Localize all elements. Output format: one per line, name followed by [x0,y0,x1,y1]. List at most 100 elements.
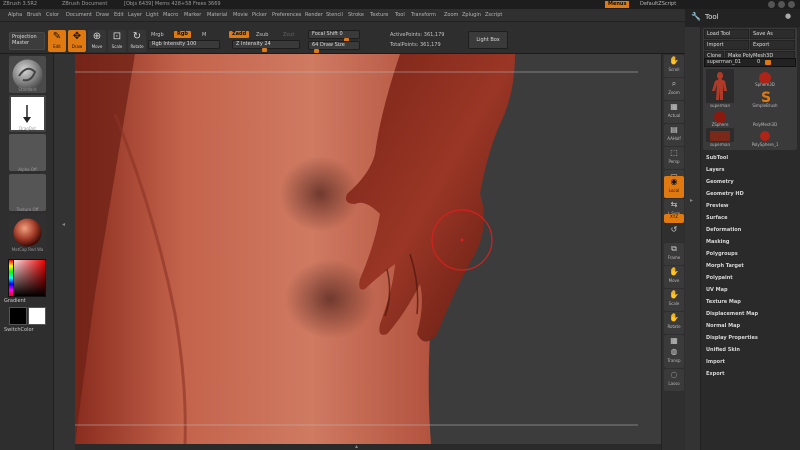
menu-macro[interactable]: Macro [163,12,178,18]
menu-texture[interactable]: Texture [370,12,388,18]
menu-tool[interactable]: Tool [395,12,405,18]
tool-caption-polymesh3d[interactable]: PolyMesh3D [747,122,783,127]
document-canvas[interactable] [75,54,661,444]
section-deformation[interactable]: Deformation [703,224,797,236]
close-icon[interactable] [788,1,795,8]
section-import[interactable]: Import [703,356,797,368]
rgb-toggle[interactable]: Rgb [174,31,192,38]
section-layers[interactable]: Layers [703,164,797,176]
projection-master-button[interactable]: Projection Master [9,32,45,50]
texture-thumbnail[interactable] [9,174,46,211]
menu-zoom[interactable]: Zoom [444,12,458,18]
menu-brush[interactable]: Brush [27,12,41,18]
tool-thumb-polysphere[interactable] [751,128,779,142]
section-masking[interactable]: Masking [703,236,797,248]
scale-button[interactable]: ⊡ Scale [108,30,126,52]
bottom-tray-divider[interactable]: ▴ [75,443,661,450]
menu-color[interactable]: Color [46,12,59,18]
rgb-intensity-slider[interactable]: Rgb Intensity 100 [148,40,220,49]
section-morph-target[interactable]: Morph Target [703,260,797,272]
load-tool-button[interactable]: Load Tool [704,29,749,39]
draw-button[interactable]: ✥ Draw [68,30,86,52]
tool-thumb-superman-2[interactable] [706,128,734,142]
menu-transform[interactable]: Transform [411,12,436,18]
move-view-button[interactable]: ✋ Move [664,266,684,288]
menu-picker[interactable]: Picker [252,12,267,18]
current-tool-thumb[interactable] [765,60,771,65]
mrgb-toggle[interactable]: Mrgb [151,32,164,38]
switch-color-button[interactable]: SwitchColor [4,327,47,333]
edit-button[interactable]: ✎ Edit [48,30,66,52]
menu-alpha[interactable]: Alpha [8,12,22,18]
section-displacement-map[interactable]: Displacement Map [703,308,797,320]
menu-movie[interactable]: Movie [233,12,248,18]
zoom-button[interactable]: ⌕ Zoom [664,78,684,100]
section-export[interactable]: Export [703,368,797,380]
tool-thumb-simplebrush[interactable]: S [751,88,779,106]
lasso-button[interactable]: ◌ Lasso [664,369,684,391]
menu-render[interactable]: Render [305,12,323,18]
focal-shift-slider[interactable]: Focal Shift 0 [308,30,360,42]
section-surface[interactable]: Surface [703,212,797,224]
actual-button[interactable]: ▦ Actual [664,101,684,123]
current-tool-slider[interactable]: superman_01 0 [704,58,796,67]
menu-marker[interactable]: Marker [184,12,201,18]
transp-button[interactable]: ◍ Transp [664,346,684,368]
frame-button[interactable]: ⧉ Frame [664,243,684,265]
z-intensity-slider[interactable]: Z Intensity 24 [232,40,300,52]
section-geometry-hd[interactable]: Geometry HD [703,188,797,200]
menu-draw[interactable]: Draw [96,12,109,18]
persp-button[interactable]: ⬚ Persp [664,147,684,169]
menu-light[interactable]: Light [146,12,158,18]
primary-color-swatch[interactable] [9,307,27,325]
draw-size-slider[interactable]: 64 Draw Size [308,41,360,53]
section-normal-map[interactable]: Normal Map [703,320,797,332]
export-button[interactable]: Export [750,40,795,50]
zsub-toggle[interactable]: Zsub [256,32,268,38]
hue-bar[interactable] [8,259,14,297]
section-geometry[interactable]: Geometry [703,176,797,188]
z-intensity-thumb[interactable] [262,48,267,52]
xyz-button[interactable]: XYZ [664,214,684,223]
menu-layer[interactable]: Layer [128,12,142,18]
aahalf-button[interactable]: ▤ AAHalf [664,124,684,146]
tool-thumb-superman[interactable] [706,69,734,103]
menu-material[interactable]: Material [207,12,227,18]
right-tray-divider[interactable]: ▸ [685,27,701,450]
alpha-thumbnail[interactable] [9,134,46,171]
menus-button[interactable]: Menus [605,1,630,8]
draw-size-thumb[interactable] [314,49,319,53]
zcut-toggle[interactable]: Zcut [283,32,294,38]
menu-zscript[interactable]: Zscript [485,12,502,18]
maximize-icon[interactable] [778,1,785,8]
import-button[interactable]: Import [704,40,749,50]
tool-palette-header[interactable]: 🔧 Tool ● [685,9,800,27]
section-polypaint[interactable]: Polypaint [703,272,797,284]
menu-zplugin[interactable]: Zplugin [462,12,481,18]
zadd-toggle[interactable]: Zadd [229,31,250,38]
section-subtool[interactable]: SubTool [703,152,797,164]
local-button[interactable]: ◉ Local [664,176,684,198]
section-texture-map[interactable]: Texture Map [703,296,797,308]
move-button[interactable]: ⊕ Move [88,30,106,52]
section-polygroups[interactable]: Polygroups [703,248,797,260]
section-unified-skin[interactable]: Unified Skin [703,344,797,356]
scale-view-button[interactable]: ✋ Scale [664,289,684,311]
material-thumbnail[interactable] [9,214,46,251]
light-box-button[interactable]: Light Box [468,31,508,49]
menu-document[interactable]: Document [66,12,92,18]
save-as-button[interactable]: Save As [750,29,795,39]
menu-stencil[interactable]: Stencil [326,12,343,18]
pin-icon[interactable]: ● [785,12,791,20]
menu-preferences[interactable]: Preferences [272,12,301,18]
rotate-view-button[interactable]: ✋ Rotate [664,312,684,334]
menu-edit[interactable]: Edit [114,12,124,18]
menu-stroke[interactable]: Stroke [348,12,364,18]
m-toggle[interactable]: M [202,32,206,38]
script-name[interactable]: DefaultZScript [640,0,676,9]
minimize-icon[interactable] [768,1,775,8]
section-uv-map[interactable]: UV Map [703,284,797,296]
scroll-button[interactable]: ✋ Scroll [664,55,684,77]
section-preview[interactable]: Preview [703,200,797,212]
section-display-properties[interactable]: Display Properties [703,332,797,344]
